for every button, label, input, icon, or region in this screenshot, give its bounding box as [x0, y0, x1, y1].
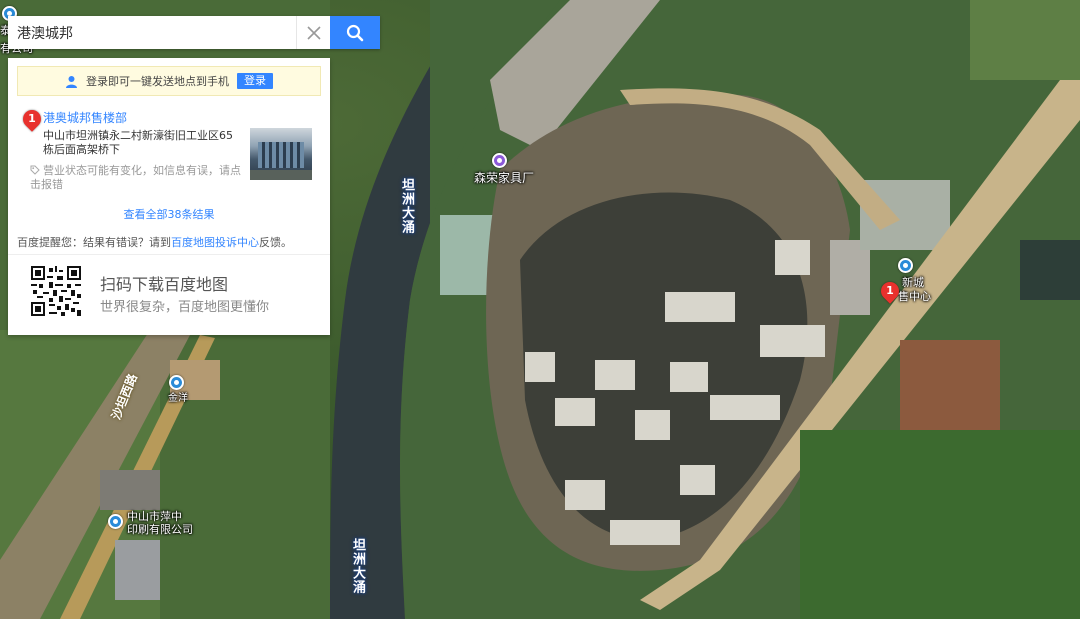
result-thumbnail[interactable] — [250, 128, 312, 180]
poi-printing-label-1[interactable]: 中山市萍中 — [127, 510, 182, 523]
search-box — [8, 16, 380, 49]
poi-sales-icon[interactable] — [898, 258, 913, 273]
result-title[interactable]: 港奥城邦售楼部 — [43, 109, 127, 126]
login-bar: 登录即可一键发送地点到手机 登录 — [17, 66, 321, 96]
user-icon — [66, 75, 77, 88]
result-panel: 登录即可一键发送地点到手机 登录 1 港奥城邦售楼部 中山市坦洲镇永二村新濠街旧… — [8, 58, 330, 335]
tip-suffix: 反馈。 — [259, 236, 292, 249]
search-input[interactable] — [8, 16, 296, 49]
poi-sales-label-1[interactable]: 新城 — [902, 276, 924, 289]
search-icon — [346, 24, 364, 41]
complaint-center-link[interactable]: 百度地图投诉中心 — [171, 236, 259, 249]
poi-printing-label-2[interactable]: 印刷有限公司 — [127, 523, 193, 536]
result-address: 中山市坦洲镇永二村新濠街旧工业区65栋后面高架桥下 — [43, 129, 233, 156]
poi-jinyang-icon[interactable] — [169, 375, 184, 390]
tip-prefix: 百度提醒您：结果有错误？请到 — [17, 236, 171, 249]
view-all-results-link[interactable]: 查看全部38条结果 — [8, 206, 330, 222]
login-button[interactable]: 登录 — [237, 73, 273, 89]
poi-sales-label-2[interactable]: 售中心 — [898, 290, 931, 303]
poi-jinyang-label[interactable]: 金洋 — [168, 392, 188, 405]
login-prompt: 登录即可一键发送地点到手机 — [86, 75, 229, 88]
qr-code-icon[interactable] — [31, 266, 81, 316]
result-pin-index: 1 — [28, 112, 36, 125]
feedback-tip: 百度提醒您：结果有错误？请到百度地图投诉中心反馈。 — [17, 234, 292, 250]
poi-printing-icon[interactable] — [108, 514, 123, 529]
result-pin: 1 — [19, 106, 45, 132]
tag-icon — [30, 165, 40, 175]
river-label-upper: 坦洲大涌 — [399, 178, 414, 234]
clear-button[interactable] — [296, 16, 330, 49]
qr-title: 扫码下载百度地图 — [100, 275, 229, 294]
result-note: 营业状态可能有变化，如信息有误，请点击报错 — [30, 164, 242, 192]
search-button[interactable] — [330, 16, 380, 49]
map-result-pin[interactable]: 1 — [877, 278, 903, 304]
poi-furniture-icon[interactable] — [492, 153, 507, 168]
close-icon — [306, 25, 321, 40]
poi-furniture-label[interactable]: 森荣家具厂 — [474, 172, 534, 185]
result-note-text[interactable]: 营业状态可能有变化，如信息有误，请点击报错 — [30, 164, 241, 191]
river-label-lower: 坦洲大涌 — [350, 538, 365, 594]
qr-subtitle: 世界很复杂，百度地图更懂你 — [100, 300, 270, 315]
map-result-pin-index: 1 — [886, 284, 894, 297]
panel-divider — [8, 254, 330, 255]
